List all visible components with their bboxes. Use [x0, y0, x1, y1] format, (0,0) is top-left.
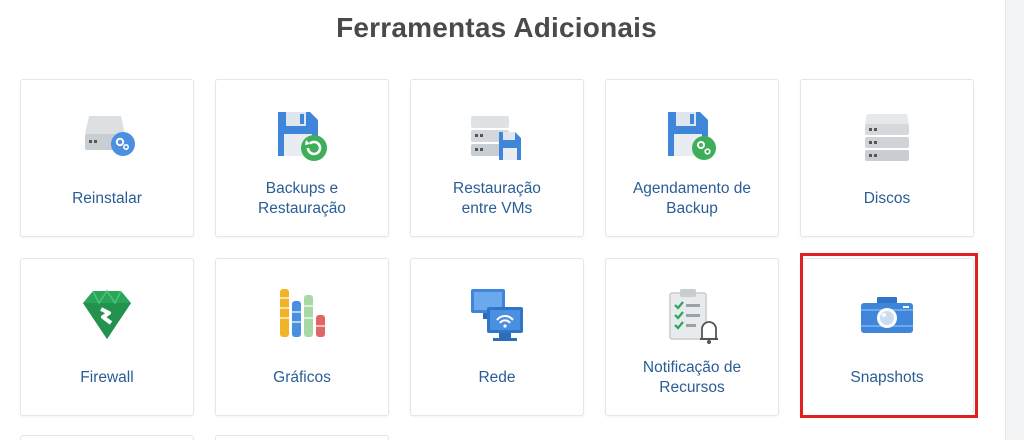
floppy-gear-icon — [668, 112, 716, 160]
tool-label: Reinstalar — [72, 190, 142, 207]
tool-label: Gráficos — [273, 369, 331, 386]
tool-label: Restauração entre VMs — [453, 180, 541, 217]
additional-tools-page: Ferramentas Adicionais Reinstalar Backup… — [0, 0, 1024, 440]
server-gear-icon — [85, 116, 135, 156]
tool-label: Firewall — [80, 369, 134, 386]
scrollbar[interactable] — [1005, 0, 1024, 440]
tool-backups[interactable]: Backups e Restauração — [215, 79, 389, 237]
tool-firewall[interactable]: Firewall — [20, 258, 194, 416]
tool-label: Notificação de Recursos — [642, 359, 742, 396]
tool-reinstalar[interactable]: Reinstalar — [20, 79, 194, 237]
tool-label: Discos — [863, 190, 911, 207]
camera-icon — [861, 297, 913, 333]
firewall-gem-icon — [83, 289, 131, 339]
tool-label: Rede — [478, 369, 516, 386]
tool-discos[interactable]: Discos — [800, 79, 974, 237]
tool-label: Agendamento de Backup — [632, 180, 752, 217]
disk-stack-icon — [865, 114, 909, 161]
tool-tile-partial[interactable] — [20, 435, 194, 440]
network-monitor-icon — [471, 289, 523, 341]
tool-agendamento[interactable]: Agendamento de Backup — [605, 79, 779, 237]
floppy-restore-icon — [278, 112, 327, 161]
tool-label: Backups e Restauração — [258, 180, 346, 217]
tool-label: Snapshots — [850, 369, 924, 386]
tool-tile-partial[interactable] — [215, 435, 389, 440]
server-floppy-icon — [471, 116, 521, 160]
tool-snapshots[interactable]: Snapshots — [800, 258, 974, 416]
tool-graficos[interactable]: Gráficos — [215, 258, 389, 416]
bar-chart-icon — [280, 289, 325, 337]
section-title: Ferramentas Adicionais — [336, 12, 657, 43]
checklist-bell-icon — [669, 289, 718, 344]
tool-rede[interactable]: Rede — [410, 258, 584, 416]
tool-notificacao[interactable]: Notificação de Recursos — [605, 258, 779, 416]
tool-restauracao-vms[interactable]: Restauração entre VMs — [410, 79, 584, 237]
